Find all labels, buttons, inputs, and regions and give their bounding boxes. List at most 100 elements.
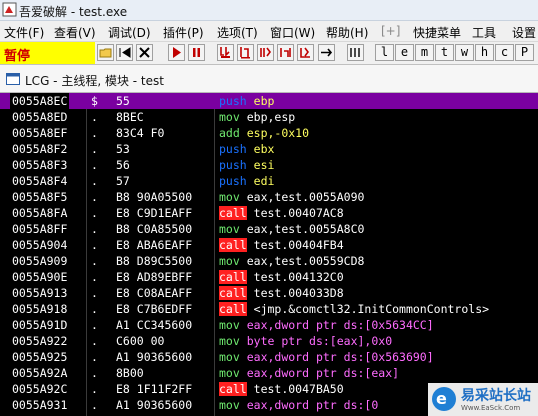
disasm-row[interactable]: 0055A909. B8 D89C5500 mov eax,test.00559CD… xyxy=(0,253,538,269)
hex-dump-cell: A1 90365600 xyxy=(116,398,193,412)
menu-file[interactable]: 文件(F) xyxy=(4,24,44,41)
mnemonic: mov xyxy=(219,254,240,268)
mnemonic: push xyxy=(219,142,247,156)
disasm-row[interactable]: 0055A8F2. 53 push ebx xyxy=(0,141,538,157)
hex-dump-cell: E8 C08AEAFF xyxy=(116,286,193,300)
disasm-row[interactable]: 0055A922. C600 00 mov byte ptr ds:[eax],0x… xyxy=(0,333,538,349)
flow-marker: . xyxy=(91,382,98,396)
hex-dump-cell: 53 xyxy=(116,142,130,156)
menu-settings[interactable]: 设置 xyxy=(512,24,536,41)
mnemonic: mov xyxy=(219,110,240,124)
mnemonic: call xyxy=(219,382,247,396)
instruction-cell: add esp,-0x10 xyxy=(219,125,309,141)
watermark-logo: e xyxy=(432,387,456,411)
menu-debug[interactable]: 调试(D) xyxy=(108,24,151,41)
flow-marker: . xyxy=(91,142,98,156)
mnemonic: mov xyxy=(219,366,240,380)
disasm-row[interactable]: 0055A8FF. B8 C0A85500 mov eax,test.0055A8C… xyxy=(0,221,538,237)
disasm-row[interactable]: 0055A8F3. 56 push esi xyxy=(0,157,538,173)
disasm-row[interactable]: 0055A8F5. B8 90A05500 mov eax,test.0055A09… xyxy=(0,189,538,205)
disasm-row[interactable]: 0055A92A. 8B00 mov eax,dword ptr ds:[eax] xyxy=(0,365,538,381)
handles-button[interactable]: h xyxy=(475,44,494,61)
hex-dump-cell: 55 xyxy=(116,94,130,108)
menu-quick[interactable]: 快捷菜单 xyxy=(413,24,461,41)
instruction-cell: mov eax,dword ptr ds:[0 xyxy=(219,397,378,413)
flow-marker: . xyxy=(91,334,98,348)
watermark-text: 易采站长站 xyxy=(461,388,531,404)
operands: edi xyxy=(253,174,275,188)
hex-dump-cell: C600 00 xyxy=(116,334,165,348)
step-over-icon[interactable] xyxy=(237,44,254,61)
disasm-row[interactable]: 0055A904. E8 ABA6EAFF call test.00404FB4 xyxy=(0,237,538,253)
close-icon[interactable] xyxy=(136,44,153,61)
instruction-cell: mov eax,dword ptr ds:[eax] xyxy=(219,365,399,381)
disasm-row[interactable]: 0055A8EC $55 push ebp xyxy=(0,93,538,109)
exec-modules-button[interactable]: e xyxy=(395,44,414,61)
menu-view[interactable]: 查看(V) xyxy=(54,24,96,41)
run-icon[interactable] xyxy=(168,44,185,61)
address-cell: 0055A8F2 xyxy=(12,142,68,156)
memory-map-button[interactable]: m xyxy=(415,44,434,61)
address-cell: 0055A8F5 xyxy=(12,190,68,204)
disasm-row[interactable]: 0055A918. E8 C7B6EDFF call <jmp.&comctl32.… xyxy=(0,301,538,317)
address-cell: 0055A8EC xyxy=(10,93,70,109)
disasm-row[interactable]: 0055A90E. E8 AD89EBFF call test.004132C0 xyxy=(0,269,538,285)
disasm-row[interactable]: 0055A8FA. E8 C9D1EAFF call test.00407AC8 xyxy=(0,205,538,221)
menu-plugins[interactable]: 插件(P) xyxy=(163,24,204,41)
operands: <jmp.&comctl32.InitCommonControls> xyxy=(253,302,490,316)
goto-icon[interactable] xyxy=(318,44,335,61)
disasm-row[interactable]: 0055A925. A1 90365600 mov eax,dword ptr ds… xyxy=(0,349,538,365)
hex-dump-cell: A1 90365600 xyxy=(116,350,193,364)
disasm-row[interactable]: 0055A8EF. 83C4 F0 add esp,-0x10 xyxy=(0,125,538,141)
operands: esp,-0x10 xyxy=(246,126,310,140)
flow-marker: $ xyxy=(91,94,98,108)
address-cell: 0055A8ED xyxy=(12,110,68,124)
pause-icon[interactable] xyxy=(188,44,205,61)
step-into-icon[interactable] xyxy=(217,44,234,61)
menu-options[interactable]: 选项(T) xyxy=(217,24,258,41)
threads-button[interactable]: t xyxy=(435,44,454,61)
flow-marker: . xyxy=(91,222,98,236)
disassembly-pane[interactable]: 0055A8EC $55 push ebp 0055A8ED. 8BEC mov ebp,… xyxy=(0,93,538,416)
instruction-cell: mov ebp,esp xyxy=(219,109,295,125)
log-window-button[interactable]: l xyxy=(375,44,394,61)
mnemonic: mov xyxy=(219,318,240,332)
menu-bar: 文件(F) 查看(V) 调试(D) 插件(P) 选项(T) 窗口(W) 帮助(H… xyxy=(0,21,538,42)
execute-till-return-icon[interactable] xyxy=(297,44,314,61)
disasm-row[interactable]: 0055A913. E8 C08AEAFF call test.004033D8 xyxy=(0,285,538,301)
address-cell: 0055A90E xyxy=(12,270,68,284)
menu-tools[interactable]: 工具 xyxy=(472,24,496,41)
hex-dump-cell: B8 90A05500 xyxy=(116,190,193,204)
flow-marker: . xyxy=(91,158,98,172)
trace-icon[interactable] xyxy=(347,44,364,61)
animate-over-icon[interactable] xyxy=(277,44,294,61)
title-bar: 吾爱破解 - test.exe xyxy=(0,0,538,21)
disasm-row[interactable]: 0055A8ED. 8BEC mov ebp,esp xyxy=(0,109,538,125)
flow-marker: . xyxy=(91,238,98,252)
operands: eax,test.0055A090 xyxy=(246,190,365,204)
menu-window[interactable]: 窗口(W) xyxy=(270,24,315,41)
animate-into-icon[interactable] xyxy=(257,44,274,61)
mnemonic: call xyxy=(219,302,247,316)
menu-plus[interactable]: [+] xyxy=(381,24,400,38)
hex-dump-cell: E8 C7B6EDFF xyxy=(116,302,193,316)
restart-icon[interactable] xyxy=(116,44,133,61)
patches-button[interactable]: P xyxy=(515,44,534,61)
cpu-button[interactable]: c xyxy=(495,44,514,61)
hex-dump-cell: 57 xyxy=(116,174,130,188)
instruction-cell: push ebp xyxy=(219,93,274,109)
menu-help[interactable]: 帮助(H) xyxy=(326,24,368,41)
windows-button[interactable]: w xyxy=(455,44,474,61)
instruction-cell: call test.0047BA50 xyxy=(219,381,344,397)
instruction-cell: mov byte ptr ds:[eax],0x0 xyxy=(219,333,392,349)
disasm-row[interactable]: 0055A8F4. 57 push edi xyxy=(0,173,538,189)
open-icon[interactable] xyxy=(97,44,114,61)
mnemonic: push xyxy=(219,174,247,188)
window-title: 吾爱破解 - test.exe xyxy=(19,5,128,19)
disasm-row[interactable]: 0055A91D. A1 CC345600 mov eax,dword ptr ds… xyxy=(0,317,538,333)
flow-marker: . xyxy=(91,110,98,124)
mnemonic: call xyxy=(219,206,247,220)
watermark: e 易采站长站 Www.EaSck.Com xyxy=(428,383,538,416)
flow-marker: . xyxy=(91,206,98,220)
operands: eax,dword ptr ds:[0 xyxy=(246,398,379,412)
